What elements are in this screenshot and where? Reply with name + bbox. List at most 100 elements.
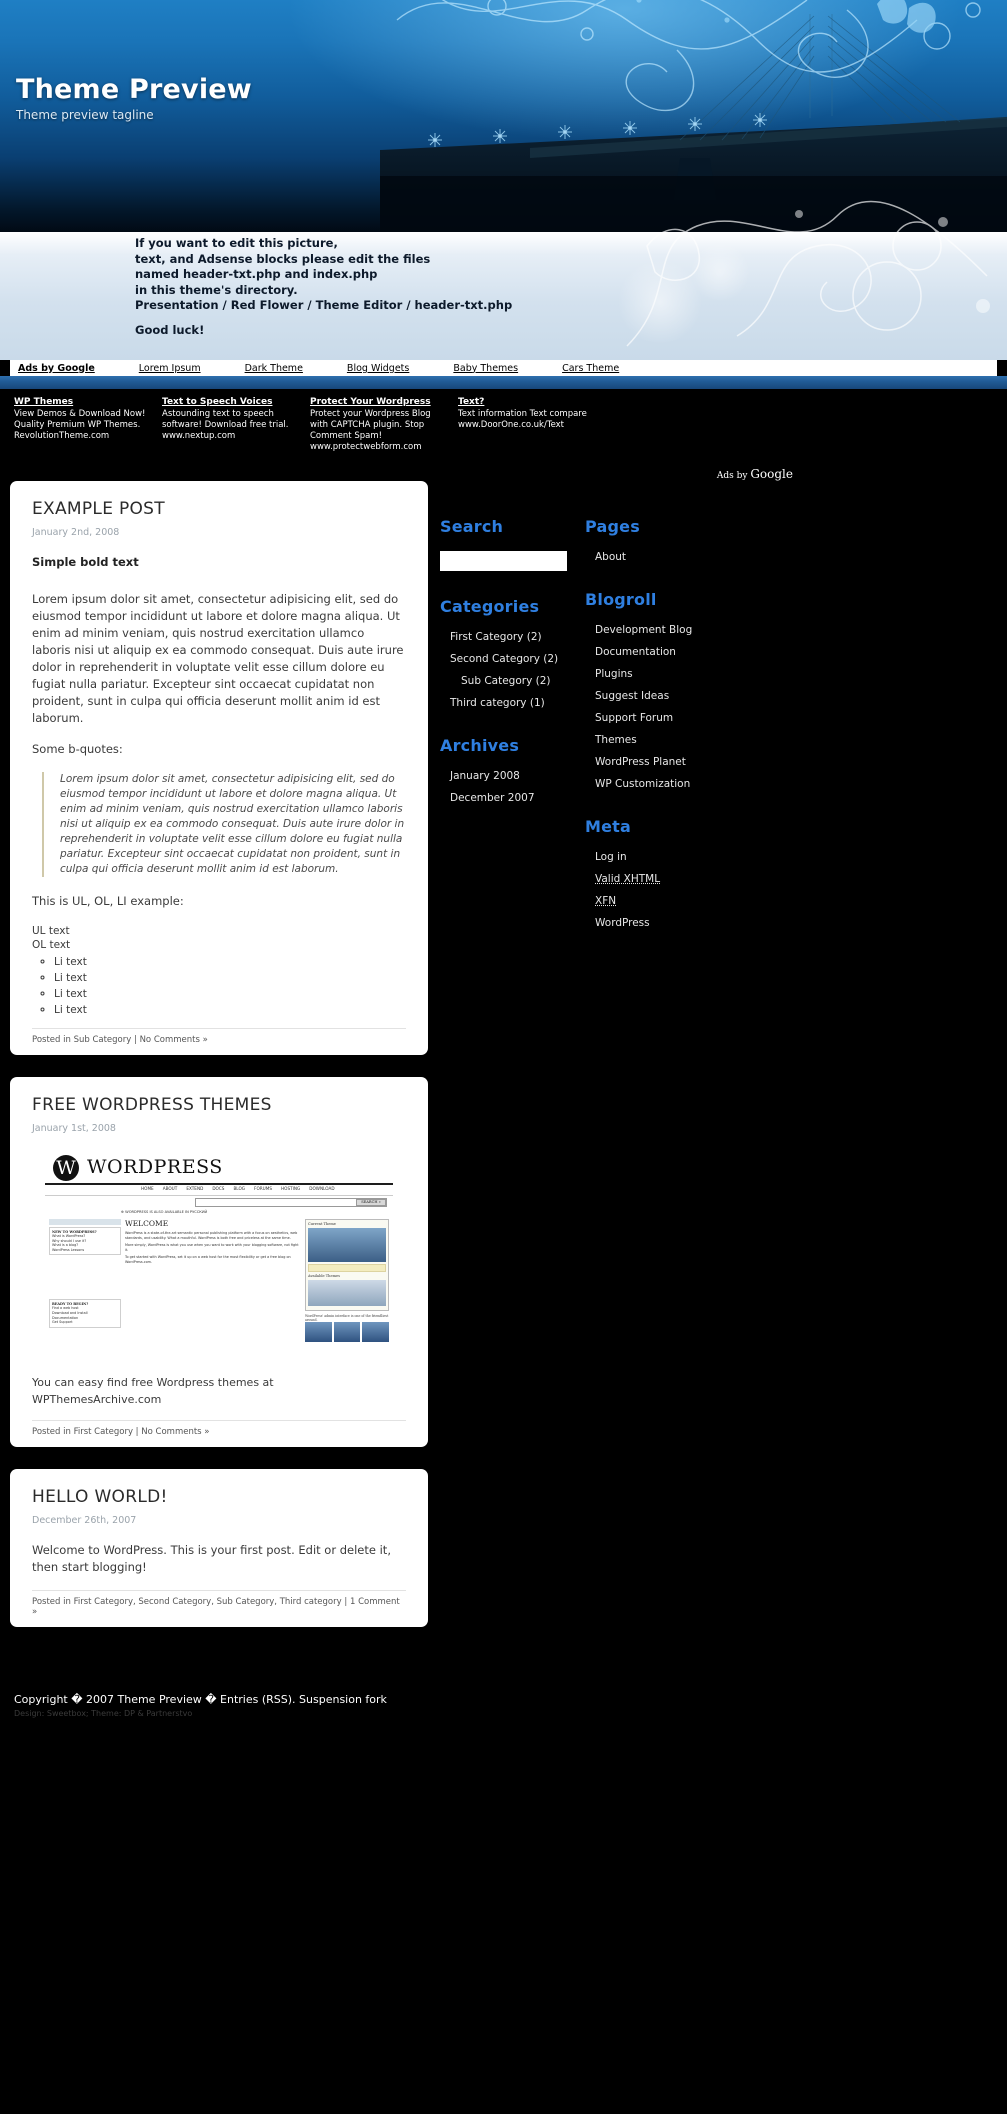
list-item: WordPress Planet [595, 755, 773, 769]
ad-title[interactable]: Text? [458, 397, 594, 408]
blogroll-support-forum[interactable]: Support Forum [595, 711, 773, 725]
list-item: Documentation [595, 645, 773, 659]
wp-welcome-body-3: To get started with WordPress, set it up… [125, 1255, 291, 1264]
category-first[interactable]: First Category (2) [450, 630, 573, 644]
page-about[interactable]: About [595, 550, 773, 564]
edit-line-4: in this theme's directory. [135, 282, 298, 297]
post-ul-text: UL text [32, 925, 70, 937]
blogroll-list: Development Blog Documentation Plugins S… [585, 623, 773, 791]
ad-line-1: Astounding text to speech [162, 409, 274, 419]
wp-left-item: Get Support [52, 1320, 73, 1325]
edit-instructions: If you want to edit this picture, text, … [135, 236, 512, 338]
list-item: Sub Category (2) [450, 674, 573, 688]
ad-link-cars-theme[interactable]: Cars Theme [562, 363, 619, 374]
blogroll-plugins[interactable]: Plugins [595, 667, 773, 681]
edit-good-luck: Good luck! [135, 322, 205, 337]
ad-block-protect-wordpress[interactable]: Protect Your Wordpress Protect your Word… [310, 397, 446, 453]
post-meta-categories[interactable]: Sub Category [74, 1035, 132, 1045]
wp-nav-item: DOWNLOAD [309, 1186, 335, 1191]
post-meta-separator: | [131, 1035, 140, 1045]
ads-by-google-linkbar: Ads by Google Lorem Ipsum Dark Theme Blo… [10, 360, 997, 376]
meta-valid-xhtml[interactable]: Valid XHTML [595, 872, 773, 886]
google-wordmark: Google [750, 467, 793, 481]
post-title[interactable]: HELLO WORLD! [32, 1487, 406, 1507]
post-meta-prefix: Posted in [32, 1035, 74, 1045]
list-item: December 2007 [450, 791, 573, 805]
site-footer: Copyright � 2007 Theme Preview � Entries… [0, 1649, 1007, 1745]
footer-credits: Design: Sweetbox; Theme: DP & Partnerstv… [14, 1709, 193, 1718]
wp-shot-search-button: SEARCH » [356, 1199, 386, 1206]
wp-shot-nav: HOME ABOUT EXTEND DOCS BLOG FORUMS HOSTI… [45, 1185, 393, 1196]
list-item: January 2008 [450, 769, 573, 783]
widget-categories: Categories First Category (2) Second Cat… [440, 597, 573, 710]
list-item: WP Customization [595, 777, 773, 791]
wp-shot-right-col: Current Theme Available Themes WordPress… [305, 1219, 390, 1342]
ad-title[interactable]: Protect Your Wordpress [310, 397, 446, 408]
wp-current-theme-title: Current Theme [308, 1222, 336, 1226]
ad-line-3: Comment Spam! [310, 431, 383, 441]
wp-shot-middle-col: WELCOME WordPress is a state-of-the-art … [125, 1219, 301, 1342]
wp-welcome-heading: WELCOME [125, 1219, 169, 1228]
blogroll-suggest-ideas[interactable]: Suggest Ideas [595, 689, 773, 703]
ad-line-4: www.protectwebform.com [310, 442, 422, 452]
wp-nav-item: BLOG [233, 1186, 246, 1191]
ad-link-dark-theme[interactable]: Dark Theme [245, 363, 303, 374]
post-title[interactable]: FREE WORDPRESS THEMES [32, 1095, 406, 1115]
edit-line-1: If you want to edit this picture, [135, 236, 338, 250]
list-item: Li text [54, 970, 406, 986]
ad-title[interactable]: Text to Speech Voices [162, 397, 298, 408]
wp-nav-item: EXTEND [186, 1186, 204, 1191]
meta-heading: Meta [585, 817, 632, 836]
post-meta-categories[interactable]: First Category, Second Category, Sub Cat… [74, 1597, 342, 1607]
wp-shot-header: W WORDPRESS [45, 1151, 393, 1185]
post-meta-comments[interactable]: No Comments » [141, 1427, 209, 1437]
post-meta-prefix: Posted in [32, 1597, 74, 1607]
wp-welcome-body: WordPress is a state-of-the-art semantic… [125, 1231, 298, 1240]
meta-log-in[interactable]: Log in [595, 850, 773, 864]
floral-right-ornament [587, 186, 1007, 360]
wp-shot-notice: ⊕ WORDPRESS IS ALSO AVAILABLE IN РУССКИЙ [121, 1210, 208, 1214]
post-meta-categories[interactable]: First Category [74, 1427, 133, 1437]
ad-title[interactable]: WP Themes [14, 397, 150, 408]
post-li-list: Li text Li text Li text Li text [32, 954, 406, 1018]
post-free-wordpress-themes: FREE WORDPRESS THEMES January 1st, 2008 … [10, 1077, 428, 1447]
search-input[interactable] [440, 550, 567, 571]
category-second[interactable]: Second Category (2) [450, 652, 573, 666]
blogroll-development-blog[interactable]: Development Blog [595, 623, 773, 637]
ad-block-wp-themes[interactable]: WP Themes View Demos & Download Now! Qua… [14, 397, 150, 453]
wp-shot-caption: WordPress' admin interface is one of the… [305, 1314, 389, 1322]
wp-welcome-body-2: More simply, WordPress is what you use w… [125, 1243, 299, 1252]
archive-december-2007[interactable]: December 2007 [450, 791, 573, 805]
blogroll-documentation[interactable]: Documentation [595, 645, 773, 659]
list-item: Valid XHTML [595, 872, 773, 886]
ad-link-baby-themes[interactable]: Baby Themes [453, 363, 518, 374]
wp-shot-search-bar: SEARCH » [195, 1198, 387, 1207]
wp-left-item: WordPress Lessons [52, 1247, 85, 1252]
sidebar-left: Search Categories First Category (2) Sec… [428, 481, 573, 831]
ad-line-2: Quality Premium WP Themes. [14, 420, 141, 430]
post-title[interactable]: EXAMPLE POST [32, 499, 406, 519]
post-meta-comments[interactable]: No Comments » [140, 1035, 208, 1045]
widget-blogroll: Blogroll Development Blog Documentation … [585, 590, 773, 791]
category-third[interactable]: Third category (1) [450, 696, 573, 710]
ad-line-2: with CAPTCHA plugin. Stop [310, 420, 425, 430]
wordpress-logo-icon: W [53, 1155, 79, 1181]
ad-block-text-question[interactable]: Text? Text information Text compare www.… [458, 397, 594, 453]
edit-line-2: text, and Adsense blocks please edit the… [135, 251, 431, 266]
post-body: Welcome to WordPress. This is your first… [32, 1543, 391, 1574]
post-free-text: You can easy find free Wordpress themes … [32, 1376, 274, 1406]
blogroll-wordpress-planet[interactable]: WordPress Planet [595, 755, 773, 769]
wp-current-theme-box: Current Theme Available Themes [305, 1219, 389, 1311]
list-item: Li text [54, 1002, 406, 1018]
ad-link-blog-widgets[interactable]: Blog Widgets [347, 363, 409, 374]
blogroll-themes[interactable]: Themes [595, 733, 773, 747]
blogroll-wp-customization[interactable]: WP Customization [595, 777, 773, 791]
meta-wordpress[interactable]: WordPress [595, 916, 773, 930]
ad-link-lorem-ipsum[interactable]: Lorem Ipsum [139, 363, 201, 374]
archives-heading: Archives [440, 735, 520, 755]
ad-block-text-to-speech[interactable]: Text to Speech Voices Astounding text to… [162, 397, 298, 453]
category-sub[interactable]: Sub Category (2) [461, 674, 573, 688]
meta-xfn[interactable]: XFN [595, 894, 773, 908]
post-list-intro: This is UL, OL, LI example: [32, 894, 184, 908]
archive-january-2008[interactable]: January 2008 [450, 769, 573, 783]
